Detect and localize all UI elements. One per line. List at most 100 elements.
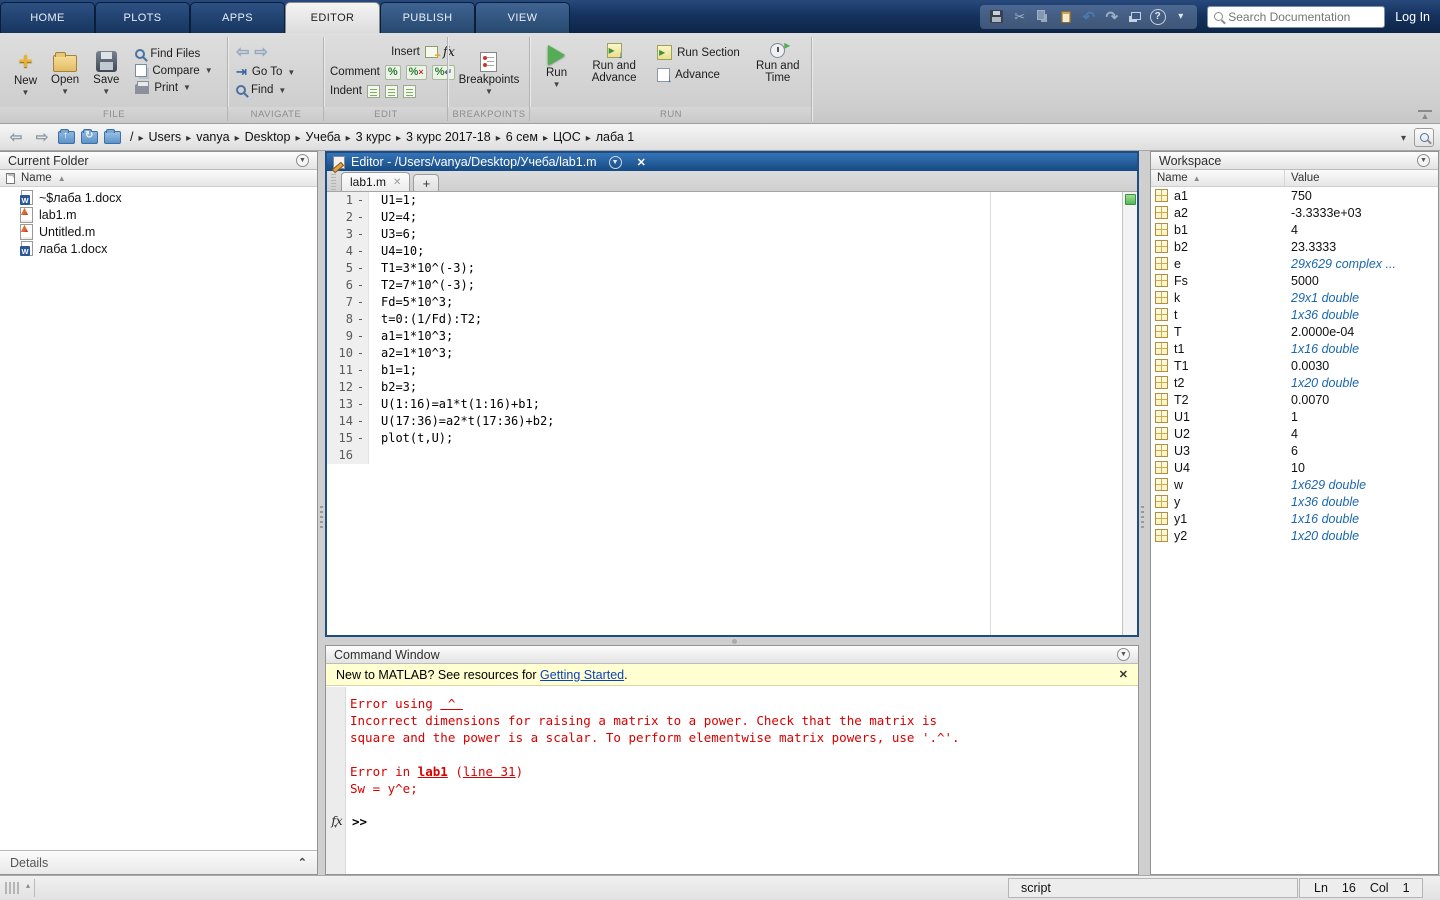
variable-row[interactable]: w1x629 double [1151,476,1438,493]
compare-button[interactable]: Compare▼ [135,64,212,77]
variable-row[interactable]: t11x16 double [1151,340,1438,357]
left-splitter[interactable] [318,151,325,875]
forward-icon[interactable]: ⇨ [32,128,52,146]
variable-row[interactable]: b14 [1151,221,1438,238]
address-dropdown-icon[interactable] [1401,130,1406,144]
tab-lab1m[interactable]: lab1.m ✕ [341,172,410,191]
run-button[interactable]: Run ▼ [540,39,573,88]
breadcrumb-segment[interactable]: Users [146,129,185,145]
details-bar[interactable]: Details ⌃ [0,850,317,874]
variable-row[interactable]: y11x16 double [1151,510,1438,527]
find-files-button[interactable]: Find Files [135,48,212,60]
search-documentation-input[interactable] [1228,10,1378,24]
goto-button[interactable]: ⇥ Go To▼ [236,64,295,80]
folder-search-button[interactable] [1414,128,1434,147]
close-tab-icon[interactable]: ✕ [393,177,401,188]
menu-tab-view[interactable]: VIEW [475,2,570,33]
forward-icon[interactable]: ⇨ [254,46,267,60]
variable-row[interactable]: U24 [1151,425,1438,442]
collapse-ribbon-icon[interactable]: ▲ [1418,110,1432,120]
breadcrumb-segment[interactable]: 6 сем [503,129,541,145]
menu-tab-plots[interactable]: PLOTS [95,2,190,33]
breadcrumb-segment[interactable]: Учеба [302,129,343,145]
indent-left-icon[interactable] [403,85,416,98]
menu-tab-home[interactable]: HOME [0,2,95,33]
variable-row[interactable]: U410 [1151,459,1438,476]
workspace-name-column[interactable]: Name ▲ [1151,170,1285,186]
menu-tab-editor[interactable]: EDITOR [285,2,380,33]
help-icon[interactable] [1149,8,1166,25]
breadcrumb-segment[interactable]: Desktop [242,129,294,145]
back-icon[interactable]: ⇦ [6,128,26,146]
variable-row[interactable]: Fs5000 [1151,272,1438,289]
name-column-header[interactable]: Name ▲ [0,170,317,187]
insert-section-icon[interactable] [425,46,438,58]
file-row[interactable]: Untitled.m [0,223,317,240]
save-button[interactable]: Save▼ [87,47,125,95]
error-link[interactable]: line 31 [463,764,516,779]
search-documentation-box[interactable] [1207,6,1385,28]
run-and-time-button[interactable]: Run and Time [750,39,806,84]
run-and-advance-button[interactable]: Run and Advance [583,39,645,84]
no-errors-indicator[interactable] [1125,194,1136,205]
file-row[interactable]: lab1.m [0,206,317,223]
login-button[interactable]: Log In [1395,10,1430,24]
dropdown-icon[interactable] [1172,8,1189,25]
variable-row[interactable]: y21x20 double [1151,527,1438,544]
panel-menu-icon[interactable]: ▼ [296,154,309,167]
variable-row[interactable]: b223.3333 [1151,238,1438,255]
close-banner-icon[interactable]: ✕ [1119,668,1128,681]
up-folder-icon[interactable] [58,131,75,144]
breadcrumb-segment[interactable]: 3 курс [353,129,394,145]
editor-commandwindow-splitter[interactable] [325,637,1139,645]
breadcrumb-segment[interactable]: / [127,129,136,145]
panel-menu-icon[interactable]: ▼ [1417,154,1430,167]
resize-grip-icon[interactable] [5,882,21,894]
error-link[interactable]: lab1 [418,764,448,779]
print-button[interactable]: Print▼ [135,81,212,94]
new-button[interactable]: + New▼ [8,47,43,96]
find-button[interactable]: Find▼ [236,84,295,96]
menu-tab-publish[interactable]: PUBLISH [380,2,475,33]
command-window-body[interactable]: Error using ^ Incorrect dimensions for r… [326,687,1138,874]
breadcrumb-segment[interactable]: vanya [193,129,232,145]
command-prompt[interactable]: >> [352,814,367,829]
variable-row[interactable]: U36 [1151,442,1438,459]
file-row[interactable]: ~$лаба 1.docx [0,189,317,206]
breadcrumb-segment[interactable]: ЦОС [550,129,584,145]
right-splitter[interactable] [1139,151,1146,875]
getting-started-link[interactable]: Getting Started [540,668,624,682]
variable-row[interactable]: T10.0030 [1151,357,1438,374]
breakpoints-button[interactable]: Breakpoints ▼ [453,48,526,95]
redo-icon[interactable] [1103,8,1120,25]
variable-row[interactable]: a2-3.3333e+03 [1151,204,1438,221]
variable-row[interactable]: k29x1 double [1151,289,1438,306]
breadcrumb-segment[interactable]: 3 курс 2017-18 [403,129,494,145]
copy-icon[interactable] [1034,8,1051,25]
variable-row[interactable]: y1x36 double [1151,493,1438,510]
breadcrumb-segment[interactable]: лаба 1 [593,129,638,145]
new-tab-button[interactable]: + [413,174,439,191]
run-section-button[interactable]: Run Section [657,45,740,60]
variable-row[interactable]: T2.0000e-04 [1151,323,1438,340]
error-link[interactable]: ^ [440,696,463,711]
smart-indent-icon[interactable] [367,85,380,98]
undo-icon[interactable] [1080,8,1097,25]
menu-tab-apps[interactable]: APPS [190,2,285,33]
browse-folder-icon[interactable] [81,131,98,144]
variable-row[interactable]: t1x36 double [1151,306,1438,323]
variable-row[interactable]: U11 [1151,408,1438,425]
save-icon[interactable] [988,8,1005,25]
fx-icon[interactable]: fx [328,814,346,828]
variable-row[interactable]: a1750 [1151,187,1438,204]
cut-icon[interactable] [1011,8,1028,25]
workspace-value-column[interactable]: Value [1285,172,1320,184]
indent-right-icon[interactable] [385,85,398,98]
variable-row[interactable]: t21x20 double [1151,374,1438,391]
comment-icon[interactable]: % [385,65,401,80]
panel-menu-icon[interactable]: ▼ [609,156,622,169]
uncomment-icon[interactable]: % [406,65,427,80]
panel-menu-icon[interactable]: ▼ [1117,648,1130,661]
code-area[interactable]: 1-U1=1;2-U2=4;3-U3=6;4-U4=10;5-T1=3*10^(… [327,192,1137,635]
file-row[interactable]: лаба 1.docx [0,240,317,257]
